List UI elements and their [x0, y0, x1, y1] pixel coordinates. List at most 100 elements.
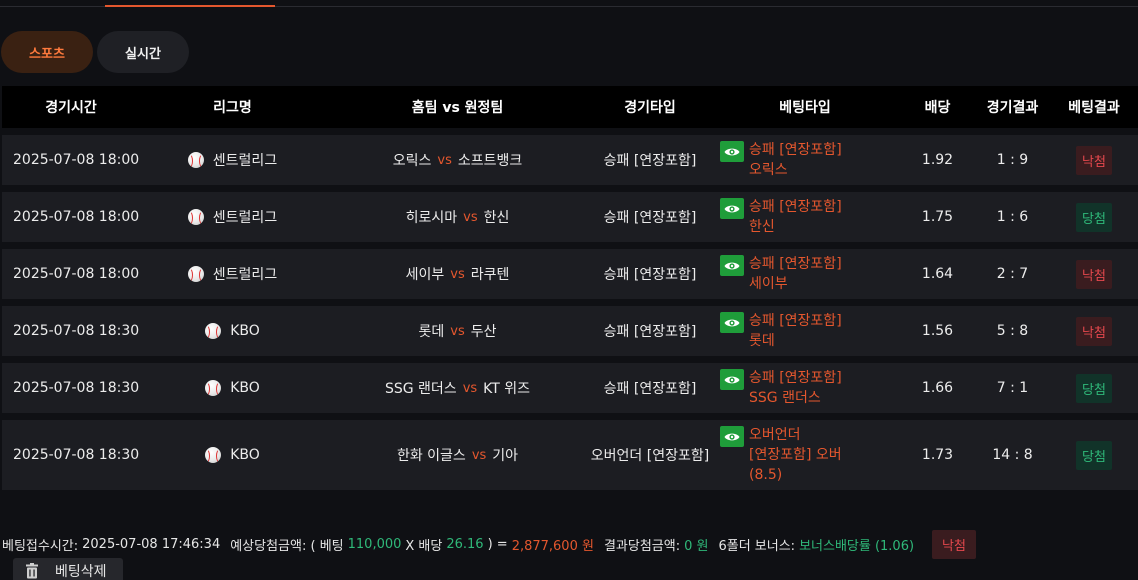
tab-sports[interactable]: 스포츠: [1, 31, 93, 73]
bet-type-text: 승패 [연장포함] SSG 랜더스: [749, 368, 842, 408]
game-type: 승패 [연장포함]: [603, 267, 697, 283]
header-game-result: 경기결과: [986, 100, 1039, 116]
header-game-time: 경기시간: [45, 100, 97, 116]
game-time: 2025-07-08 18:00: [13, 152, 140, 168]
game-score: 1 : 6: [996, 209, 1029, 225]
overall-status-badge: 낙첨: [932, 529, 976, 559]
eye-icon[interactable]: [720, 369, 744, 390]
game-time: 2025-07-08 18:30: [13, 323, 140, 339]
bet-type-line: 승패 [연장포함]: [749, 256, 842, 272]
teams-cell: 한화 이글스 vs 기아: [325, 445, 590, 465]
bet-type-cell: 승패 [연장포함] 오릭스: [710, 140, 900, 180]
bet-type-line: 세이부: [749, 276, 788, 292]
bet-result-cell: 당첨: [1050, 202, 1138, 232]
eye-icon[interactable]: [720, 426, 744, 447]
bet-type-line: 오버언더: [749, 427, 801, 443]
league-cell: 센트럴리그: [140, 207, 325, 227]
total-odds: 26.16: [446, 536, 484, 552]
eye-icon[interactable]: [720, 312, 744, 333]
home-team: 히로시마: [405, 210, 458, 226]
game-score: 2 : 7: [996, 266, 1029, 282]
bet-type-cell: 승패 [연장포함] SSG 랜더스: [710, 368, 900, 408]
baseball-icon: [205, 447, 222, 463]
away-team: KT 위즈: [483, 381, 531, 397]
table-row: 2025-07-08 18:00 센트럴리그 세이부 vs 라쿠텐 승패 [연장포함] 승패…: [2, 249, 1138, 299]
bet-type-line: 롯데: [749, 333, 775, 349]
eye-icon[interactable]: [720, 198, 744, 219]
bet-type-line: SSG 랜더스: [749, 390, 821, 406]
table-row: 2025-07-08 18:30 KBO 한화 이글스 vs 기아 오버언더 [연장포함]…: [2, 420, 1138, 490]
league-name: KBO: [230, 323, 260, 339]
odds: 1.66: [921, 380, 954, 396]
bet-history-panel: 스포츠 실시간 경기시간 리그명 홈팀 vs 원정팀 경기타입 베팅타입 배당 …: [0, 0, 1138, 580]
delete-bet-button[interactable]: 베팅삭제: [13, 558, 123, 580]
result-label: 결과당첨금액:: [603, 538, 681, 554]
bet-table: 경기시간 리그명 홈팀 vs 원정팀 경기타입 베팅타입 배당 경기결과 베팅결…: [2, 86, 1138, 490]
teams-cell: SSG 랜더스 vs KT 위즈: [325, 378, 590, 398]
game-score: 14 : 8: [992, 447, 1033, 463]
bet-result-badge: 당첨: [1076, 202, 1112, 232]
stake-amount: 110,000: [347, 536, 402, 552]
bet-type-line: 승패 [연장포함]: [749, 199, 842, 215]
league-name: KBO: [230, 447, 260, 463]
teams-cell: 오릭스 vs 소프트뱅크: [325, 150, 590, 170]
odds: 1.75: [921, 209, 954, 225]
baseball-icon: [205, 323, 222, 339]
league-name: 센트럴리그: [212, 210, 278, 226]
bet-type-text: 오버언더 [연장포함] 오버 (8.5): [749, 425, 842, 485]
table-body: 2025-07-08 18:00 센트럴리그 오릭스 vs 소프트뱅크 승패 [연장포함]…: [2, 135, 1138, 490]
home-team: 세이부: [405, 267, 445, 283]
bet-type-cell: 승패 [연장포함] 세이부: [710, 254, 900, 294]
bet-type-cell: 승패 [연장포함] 롯데: [710, 311, 900, 351]
bet-type-cell: 오버언더 [연장포함] 오버 (8.5): [710, 425, 900, 485]
game-time: 2025-07-08 18:30: [13, 447, 140, 463]
bet-type-line: 오릭스: [749, 162, 788, 178]
bet-result-badge: 당첨: [1076, 440, 1112, 470]
header-teams: 홈팀 vs 원정팀: [411, 100, 504, 116]
game-time: 2025-07-08 18:00: [13, 209, 140, 225]
vs-label: vs: [471, 447, 487, 463]
vs-label: vs: [450, 266, 465, 282]
odds: 1.64: [921, 266, 954, 282]
bonus-value: 보너스배당률 (1.06): [799, 538, 915, 554]
bet-result-cell: 낙첨: [1050, 145, 1138, 175]
eye-icon[interactable]: [720, 255, 744, 276]
table-row: 2025-07-08 18:30 KBO SSG 랜더스 vs KT 위즈 승패 [연장포…: [2, 363, 1138, 413]
league-cell: 센트럴리그: [140, 264, 325, 284]
league-cell: KBO: [140, 380, 325, 396]
eye-icon[interactable]: [720, 141, 744, 162]
bet-summary: 베팅접수시간: 2025-07-08 17:46:34 예상당첨금액: ( 베팅…: [2, 529, 976, 559]
bet-result-cell: 낙첨: [1050, 259, 1138, 289]
bet-type-text: 승패 [연장포함] 세이부: [749, 254, 842, 294]
top-active-indicator: [105, 5, 275, 7]
bet-result-cell: 낙첨: [1050, 316, 1138, 346]
league-name: KBO: [230, 380, 260, 396]
teams-cell: 롯데 vs 두산: [325, 321, 590, 341]
bet-result-badge: 낙첨: [1076, 316, 1112, 346]
table-header: 경기시간 리그명 홈팀 vs 원정팀 경기타입 베팅타입 배당 경기결과 베팅결…: [2, 86, 1138, 128]
vs-label: vs: [450, 323, 465, 339]
game-score: 7 : 1: [996, 380, 1029, 396]
home-team: 롯데: [418, 324, 445, 340]
bet-result-badge: 당첨: [1076, 373, 1112, 403]
bonus-label: 6폴더 보너스:: [718, 538, 796, 554]
trash-icon: [26, 563, 38, 579]
bet-type-text: 승패 [연장포함] 롯데: [749, 311, 842, 351]
bet-type-text: 승패 [연장포함] 한신: [749, 197, 842, 237]
tab-live[interactable]: 실시간: [97, 31, 189, 73]
header-bet-result: 베팅결과: [1068, 100, 1120, 116]
game-type: 승패 [연장포함]: [603, 210, 697, 226]
category-tabs: 스포츠 실시간: [1, 31, 189, 73]
delete-bet-label: 베팅삭제: [55, 564, 107, 580]
bet-result-badge: 낙첨: [1076, 259, 1112, 289]
away-team: 소프트뱅크: [457, 153, 523, 169]
game-score: 1 : 9: [996, 152, 1029, 168]
home-team: 오릭스: [392, 153, 432, 169]
equals-label: ) =: [487, 536, 508, 552]
bet-type-line: 승패 [연장포함]: [749, 142, 842, 158]
league-name: 센트럴리그: [212, 267, 278, 283]
home-team: SSG 랜더스: [384, 381, 457, 397]
game-time: 2025-07-08 18:00: [13, 266, 140, 282]
game-type: 승패 [연장포함]: [603, 324, 697, 340]
away-team: 한신: [483, 210, 510, 226]
